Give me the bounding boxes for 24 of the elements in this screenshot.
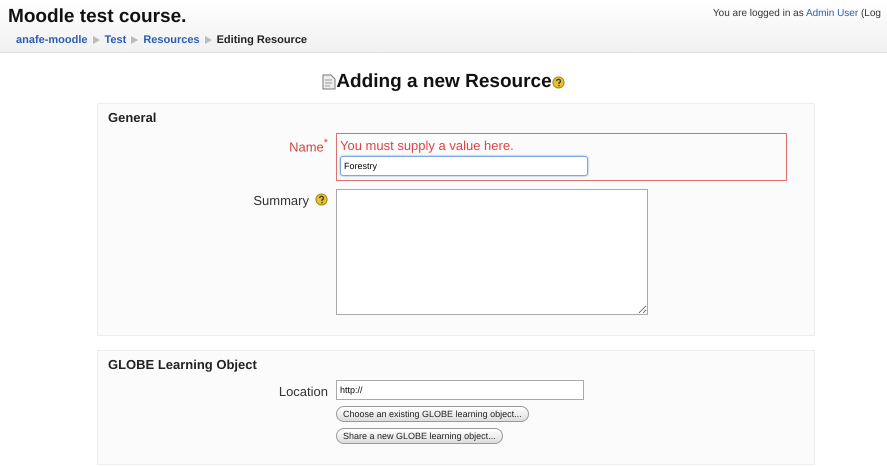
section-legend: GLOBE Learning Object xyxy=(108,357,804,372)
page-title: Adding a new Resource xyxy=(336,71,552,93)
section-legend: General xyxy=(108,110,804,125)
breadcrumb-link[interactable]: Test xyxy=(104,34,126,46)
action-button[interactable]: Choose an existing GLOBE learning object... xyxy=(336,406,529,422)
text-field[interactable]: http:// xyxy=(336,380,584,400)
separator-icon xyxy=(131,36,138,44)
breadcrumb-link[interactable]: anafe-moodle xyxy=(16,34,88,46)
breadcrumb-current: Editing Resource xyxy=(216,34,308,46)
breadcrumb-link[interactable]: Resources xyxy=(143,34,200,46)
site-title: Moodle test course. xyxy=(8,6,186,28)
text-field[interactable]: Forestry xyxy=(340,156,588,176)
field-label: Name$^{*}$ xyxy=(289,137,328,154)
error-message: You must supply a value here. xyxy=(340,138,515,153)
separator-icon xyxy=(92,36,100,44)
login-info: You are logged in as Admin User (Log xyxy=(712,8,881,19)
field-label: Summary xyxy=(253,193,309,208)
help-icon[interactable] xyxy=(315,193,328,206)
user-link[interactable]: Admin User xyxy=(806,8,858,19)
document-icon xyxy=(322,74,336,90)
action-button[interactable]: Share a new GLOBE learning object... xyxy=(336,428,503,444)
field-label: Location xyxy=(278,384,328,399)
help-icon[interactable] xyxy=(552,76,565,88)
separator-icon xyxy=(204,36,212,44)
